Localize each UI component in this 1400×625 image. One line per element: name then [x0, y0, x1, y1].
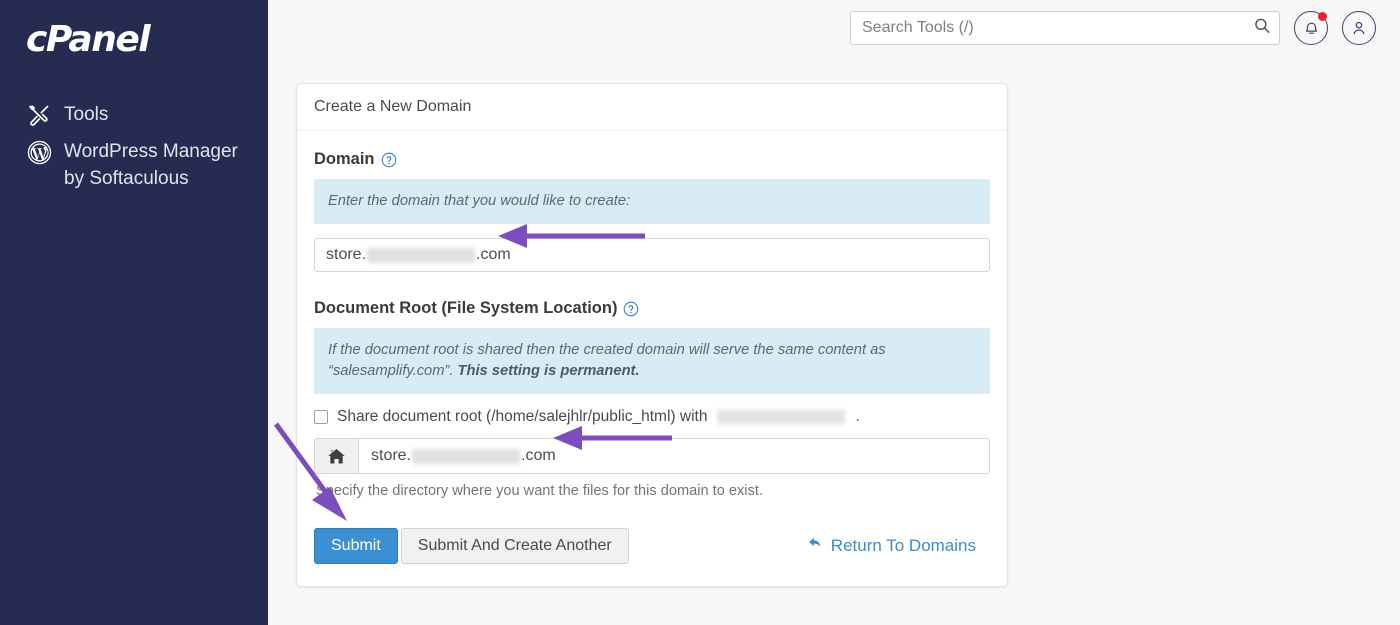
- search-input[interactable]: [850, 11, 1280, 45]
- action-buttons-row: Submit Submit And Create Another Return …: [314, 528, 990, 564]
- domain-input-prefix: store.: [326, 246, 366, 264]
- docroot-input-redacted-value: [412, 449, 520, 464]
- docroot-label: Document Root (File System Location): [314, 299, 617, 318]
- cpanel-app: cPanel Tools: [0, 0, 1400, 625]
- wordpress-icon: [26, 139, 52, 165]
- submit-and-create-another-button[interactable]: Submit And Create Another: [401, 528, 629, 564]
- domain-input-suffix: .com: [476, 246, 511, 264]
- docroot-info-box: If the document root is shared then the …: [314, 328, 990, 394]
- docroot-input[interactable]: store. .com: [359, 439, 989, 473]
- sidebar-item-tools[interactable]: Tools: [0, 96, 268, 133]
- undo-arrow-icon: [807, 536, 824, 557]
- return-to-domains-link[interactable]: Return To Domains: [807, 536, 990, 557]
- home-icon: [315, 439, 359, 473]
- notifications-button[interactable]: [1294, 11, 1328, 45]
- domain-input[interactable]: store. .com: [314, 238, 990, 272]
- docroot-info-text-bold: This setting is permanent.: [458, 363, 640, 379]
- share-docroot-row[interactable]: Share document root (/home/salejhlr/publ…: [314, 408, 990, 426]
- main-area: Create a New Domain Domain Enter the dom…: [268, 0, 1400, 625]
- help-circle-icon[interactable]: [381, 152, 397, 168]
- tools-icon: [26, 102, 52, 128]
- sidebar-item-label-tools: Tools: [64, 101, 108, 128]
- sidebar-item-wordpress-manager[interactable]: WordPress Manager by Softaculous: [0, 133, 268, 197]
- docroot-label-row: Document Root (File System Location): [314, 299, 990, 318]
- bell-icon: [1303, 20, 1320, 37]
- search-tools-container: [850, 11, 1280, 45]
- docroot-input-suffix: .com: [521, 447, 556, 465]
- docroot-input-prefix: store.: [371, 447, 411, 465]
- cpanel-logo-text: cPanel: [26, 19, 149, 60]
- notification-badge: [1318, 12, 1327, 21]
- share-docroot-label-end: .: [855, 408, 859, 426]
- sidebar-nav: Tools WordPress Manager by Softaculous: [0, 96, 268, 197]
- cpanel-logo[interactable]: cPanel: [0, 0, 268, 58]
- domain-info-box: Enter the domain that you would like to …: [314, 179, 990, 224]
- sidebar: cPanel Tools: [0, 0, 268, 625]
- domain-label: Domain: [314, 150, 375, 169]
- help-circle-icon[interactable]: [623, 301, 639, 317]
- top-bar: [268, 0, 1400, 56]
- share-docroot-checkbox[interactable]: [314, 410, 328, 424]
- account-button[interactable]: [1342, 11, 1376, 45]
- docroot-input-group[interactable]: store. .com: [314, 438, 990, 474]
- card-title: Create a New Domain: [297, 84, 1007, 131]
- return-to-domains-label: Return To Domains: [831, 536, 976, 556]
- create-domain-card: Create a New Domain Domain Enter the dom…: [296, 83, 1008, 587]
- user-icon: [1350, 19, 1368, 37]
- domain-label-row: Domain: [314, 150, 990, 169]
- share-docroot-label: Share document root (/home/salejhlr/publ…: [337, 408, 707, 426]
- card-body: Domain Enter the domain that you would l…: [297, 131, 1007, 586]
- share-docroot-redacted-domain: [717, 410, 845, 424]
- docroot-helper-text: Specify the directory where you want the…: [316, 483, 990, 499]
- domain-info-text: Enter the domain that you would like to …: [328, 193, 630, 209]
- sidebar-item-label-wordpress-manager: WordPress Manager by Softaculous: [64, 138, 252, 192]
- domain-input-redacted-value: [367, 248, 475, 263]
- submit-button[interactable]: Submit: [314, 528, 398, 564]
